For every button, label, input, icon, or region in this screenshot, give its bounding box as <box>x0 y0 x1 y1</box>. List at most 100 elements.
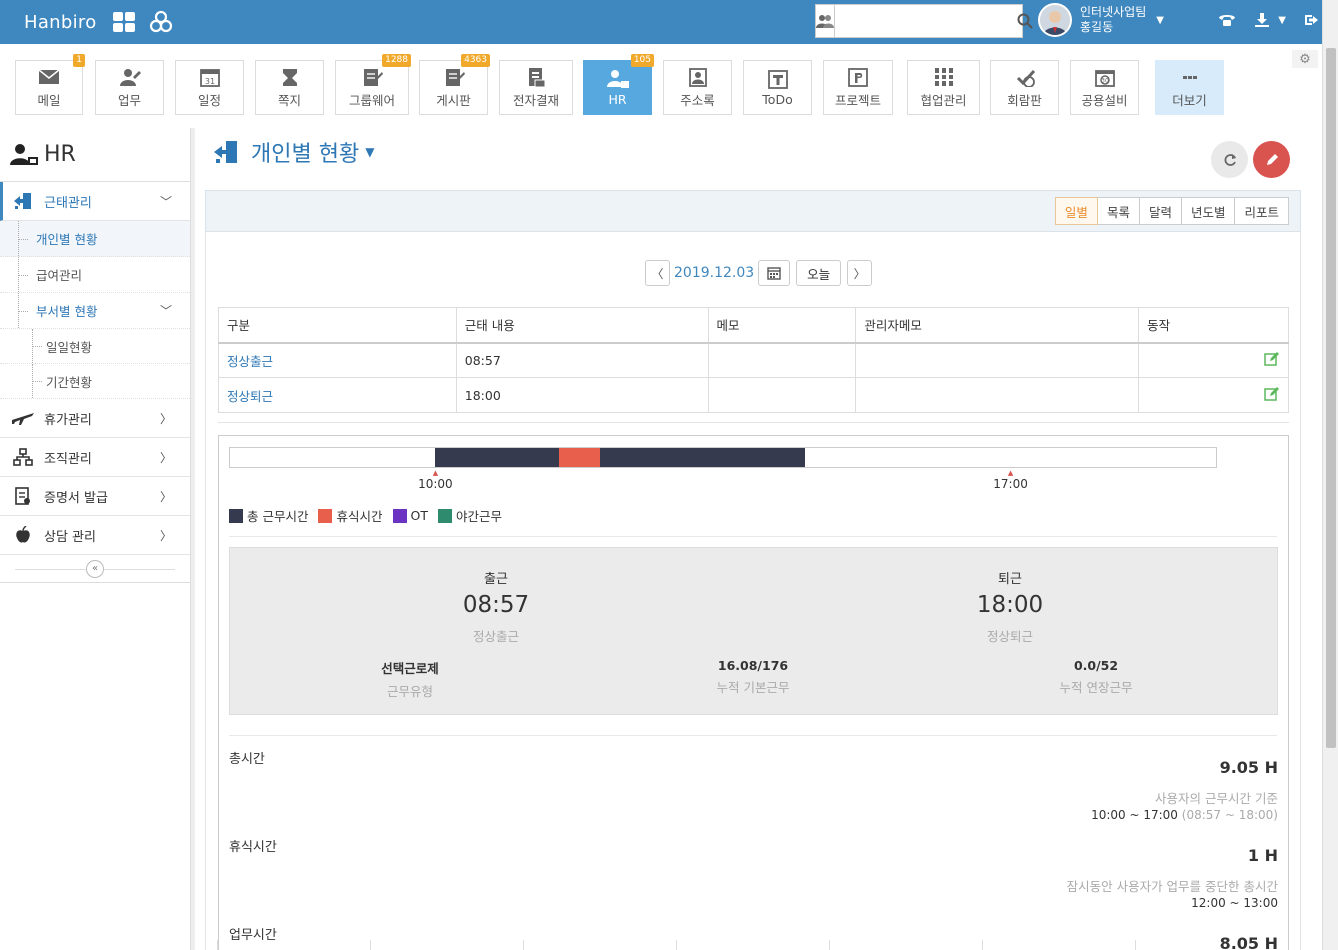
search-input[interactable] <box>835 5 1017 37</box>
logout-icon[interactable] <box>1304 12 1320 28</box>
summary-check-in: 출근 08:57 정상출근 <box>376 568 616 645</box>
app-facility-button[interactable]: 30 공용설비 <box>1070 60 1139 115</box>
app-circular-button[interactable]: 회람판 <box>990 60 1059 115</box>
prev-date-button[interactable]: 〈 <box>645 260 670 286</box>
legend-swatch <box>392 508 407 523</box>
app-addressbook-button[interactable]: 주소록 <box>663 60 732 115</box>
basic-hours-value: 16.08/176 <box>717 658 789 673</box>
row-type-link[interactable]: 정상퇴근 <box>218 377 457 413</box>
brand-name[interactable]: Hanbiro <box>24 12 97 33</box>
refresh-button[interactable] <box>1211 141 1248 178</box>
certificate-icon <box>15 487 30 505</box>
tab-report[interactable]: 리포트 <box>1234 197 1289 225</box>
sidebar-item-personal-status[interactable]: 개인별 현황 <box>0 221 190 257</box>
gear-icon[interactable]: ⚙ <box>1292 50 1318 68</box>
summary-basic-hours: 16.08/176 누적 기본근무 <box>653 658 853 696</box>
apps-grid-icon[interactable] <box>112 12 135 32</box>
sidebar-item-payroll[interactable]: 급여관리 <box>0 257 190 293</box>
scrollbar-thumb[interactable] <box>1326 48 1336 748</box>
app-todo-button[interactable]: ToDo <box>743 60 812 115</box>
legend-swatch <box>229 508 243 523</box>
legend-night: 야간근무 <box>437 506 502 525</box>
mail-icon <box>38 68 60 84</box>
chevron-right-icon[interactable]: 〉 <box>160 488 172 505</box>
sidebar-item-dept-status[interactable]: 부서별 현황 ﹀ <box>0 293 190 329</box>
app-label: 회람판 <box>1007 92 1042 108</box>
sidebar-item-label: 기간현황 <box>46 374 93 390</box>
app-task-button[interactable]: 업무 <box>95 60 164 115</box>
tab-list[interactable]: 목록 <box>1096 197 1140 225</box>
hanbiro-logo-icon[interactable] <box>149 10 173 34</box>
sidebar-item-daily-status[interactable]: 일일현황 <box>0 329 190 364</box>
tab-calendar[interactable]: 달력 <box>1138 197 1182 225</box>
page-title[interactable]: 개인별 현황 ▼ <box>213 136 374 168</box>
search-icon[interactable] <box>1017 5 1033 37</box>
app-mail-button[interactable]: 메일 1 <box>15 54 85 115</box>
download-menu[interactable]: ▼ <box>1254 12 1286 28</box>
edit-row-icon[interactable] <box>1264 351 1280 366</box>
tab-yearly[interactable]: 년도별 <box>1180 197 1236 225</box>
collapse-sidebar-icon[interactable]: « <box>86 559 104 578</box>
app-label: HR <box>608 91 627 107</box>
avatar[interactable] <box>1038 3 1072 37</box>
phone-icon[interactable] <box>1218 12 1236 28</box>
pencil-icon <box>1266 153 1278 165</box>
app-approval-button[interactable]: 전자결재 <box>499 60 573 115</box>
sidebar-item-certificate[interactable]: 증명서 발급 〉 <box>0 477 190 516</box>
app-label: 공용설비 <box>1081 92 1128 108</box>
today-button[interactable]: 오늘 <box>796 260 842 286</box>
current-date[interactable]: 2019.12.03 <box>674 265 754 281</box>
legend-swatch <box>318 508 333 523</box>
chevron-down-icon[interactable]: ▼ <box>1156 15 1164 26</box>
app-more-button[interactable]: 더보기 <box>1155 60 1224 115</box>
caret-down-icon[interactable]: ▼ <box>365 145 374 159</box>
user-menu[interactable]: 인터넷사업팀 홍길동 ▼ <box>1038 3 1164 37</box>
chevron-down-icon[interactable]: ﹀ <box>160 193 172 210</box>
chevron-down-icon[interactable]: ﹀ <box>160 302 172 319</box>
notification-badge: 1288 <box>382 54 411 67</box>
sidebar-collapse-row: « <box>0 555 190 583</box>
chevron-right-icon[interactable]: 〉 <box>160 527 172 544</box>
download-icon[interactable] <box>1254 12 1270 28</box>
app-note-button[interactable]: 쪽지 <box>255 60 324 115</box>
app-project-button[interactable]: 프로젝트 <box>823 60 893 115</box>
notification-badge: 105 <box>630 54 654 67</box>
svg-text:31: 31 <box>204 77 214 86</box>
app-label: 업무 <box>117 92 141 108</box>
sidebar-item-attendance[interactable]: 근태관리 ﹀ <box>0 182 190 221</box>
divider <box>229 735 1277 736</box>
app-label: 쪽지 <box>277 92 301 108</box>
sidebar-item-org[interactable]: 조직관리 〉 <box>0 438 190 477</box>
tab-daily[interactable]: 일별 <box>1054 197 1098 225</box>
app-collab-button[interactable]: 협업관리 <box>907 60 980 115</box>
app-groupware-button[interactable]: 그룹웨어 1288 <box>335 54 411 115</box>
detail-range: 12:00 ~ 13:00 <box>1191 896 1278 910</box>
app-hr-button[interactable]: HR 105 <box>583 54 654 115</box>
circular-icon <box>1016 69 1035 87</box>
app-schedule-button[interactable]: 31 일정 <box>175 60 244 115</box>
detail-label: 총시간 <box>229 752 265 767</box>
overtime-label: 누적 연장근무 <box>1059 680 1133 695</box>
legend-label: 총 근무시간 <box>247 509 309 524</box>
top-actions: ▼ <box>1218 12 1320 28</box>
chevron-right-icon[interactable]: 〉 <box>160 449 172 466</box>
row-type-link[interactable]: 정상출근 <box>218 342 457 378</box>
edit-button[interactable] <box>1253 141 1290 178</box>
chevron-down-icon[interactable]: ▼ <box>1278 15 1286 26</box>
check-out-time: 18:00 <box>976 592 1044 618</box>
sidebar-item-leave[interactable]: 휴가관리 〉 <box>0 399 190 438</box>
sidebar-title: HR <box>0 128 190 182</box>
row-admin-memo <box>855 377 1140 413</box>
timeline-mark: ▲ 10:00 <box>410 469 460 491</box>
calendar-button[interactable] <box>758 260 791 286</box>
next-date-button[interactable]: 〉 <box>847 260 873 286</box>
app-board-button[interactable]: 게시판 4363 <box>419 54 490 115</box>
sidebar-item-counsel[interactable]: 상담 관리 〉 <box>0 516 190 555</box>
sidebar-item-period-status[interactable]: 기간현황 <box>0 364 190 399</box>
attendance-table: 구분 근태 내용 메모 관리자메모 동작 정상출근 08:57 정상퇴근 18:… <box>218 307 1289 413</box>
sidebar-item-label: 근태관리 <box>44 195 92 211</box>
page-scrollbar[interactable] <box>1322 0 1338 950</box>
edit-row-icon[interactable] <box>1264 386 1280 401</box>
people-search-icon[interactable] <box>816 5 835 37</box>
chevron-right-icon[interactable]: 〉 <box>160 410 172 427</box>
